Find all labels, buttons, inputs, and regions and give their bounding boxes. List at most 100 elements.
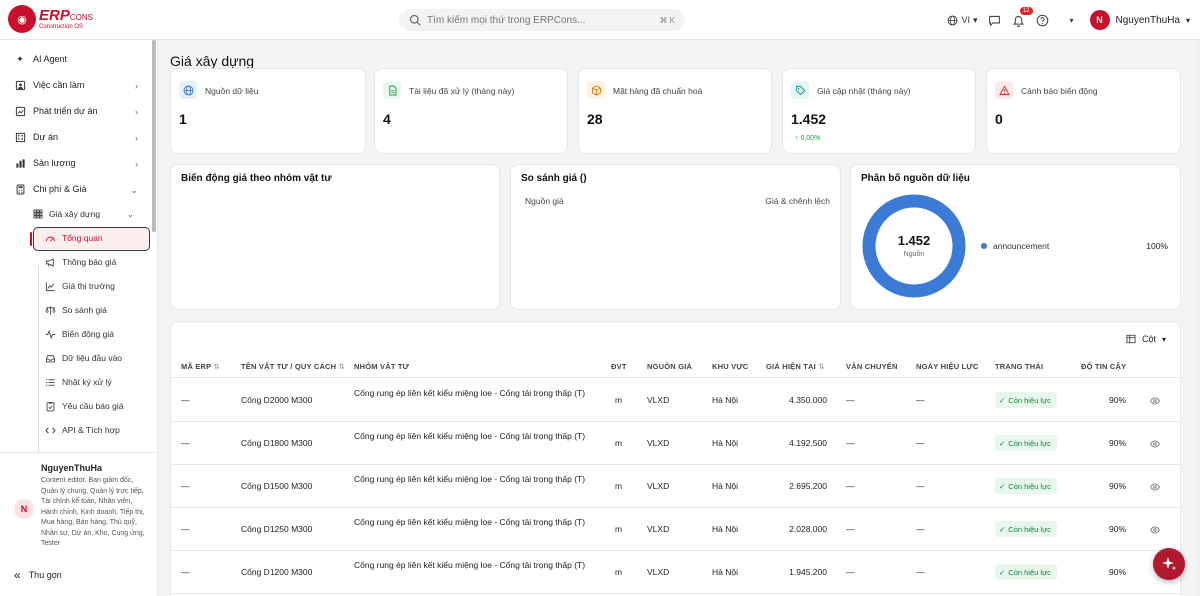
legend-item: announcement: [981, 241, 1049, 251]
kpi-label: Nguồn dữ liệu: [205, 86, 259, 96]
cell-confidence: 90%: [1109, 567, 1127, 577]
ai-assistant-button[interactable]: [1153, 548, 1185, 580]
kpi-card-updated-prices: Giá cập nhật (tháng này) 1.452 ↑ 0,00%: [782, 68, 976, 154]
chart-icon: [14, 157, 26, 169]
caret-down-icon: ▾: [972, 14, 978, 25]
page-scrollbar[interactable]: [1196, 40, 1200, 596]
sidebar: ✦ AI Agent Việc cần làm › Phát triển dự …: [0, 40, 158, 596]
chat-button[interactable]: [988, 13, 1002, 27]
help-button[interactable]: [1036, 13, 1050, 27]
cell-price: 2.695.200: [789, 481, 827, 491]
cell-date: —: [916, 481, 925, 491]
sidebar-nav: ✦ AI Agent Việc cần làm › Phát triển dự …: [0, 46, 150, 442]
document-icon: [383, 81, 401, 99]
cell-confidence: 90%: [1109, 524, 1127, 534]
cell-region: Hà Nội: [712, 567, 738, 577]
chevron-down-icon: ⌄: [126, 208, 134, 219]
sidebar-scrollbar[interactable]: [152, 40, 156, 232]
sidebar-item-api-integration[interactable]: API & Tích hợp: [0, 418, 150, 442]
table-row[interactable]: — Cống D2000 M300 Cống rung ép liên kết …: [171, 379, 1180, 422]
status-label: Còn hiệu lực: [1008, 567, 1051, 577]
columns-button[interactable]: Cột ▾: [1126, 330, 1166, 348]
kpi-label: Giá cập nhật (tháng này): [817, 86, 911, 96]
status-badge: ✓ Còn hiệu lực: [995, 435, 1057, 451]
th-material-name[interactable]: TÊN VẬT TƯ / QUY CÁCH ⇅: [241, 362, 345, 371]
sidebar-item-price-fluctuation[interactable]: Biến động giá: [0, 322, 150, 346]
sort-icon: ⇅: [213, 362, 221, 371]
table-row[interactable]: — Cống D1200 M300 Cống rung ép liên kết …: [171, 551, 1180, 594]
sidebar-user-card: N NguyenThuHa Content editor, Ban giám đ…: [0, 452, 156, 592]
language-selector[interactable]: VI ▾: [947, 14, 978, 26]
sidebar-item-processing-log[interactable]: Nhật ký xử lý: [0, 370, 150, 394]
eye-icon[interactable]: [1150, 482, 1160, 492]
globe-icon: [179, 81, 197, 99]
status-label: Còn hiệu lực: [1008, 438, 1051, 448]
sidebar-item-label: Yêu cầu báo giá: [62, 401, 124, 411]
cell-group: Cống rung ép liên kết kiểu miệng loe - C…: [354, 388, 586, 398]
donut-center-label: Nguồn: [903, 251, 925, 258]
sidebar-item-input-data[interactable]: Dữ liệu đầu vào: [0, 346, 150, 370]
eye-icon[interactable]: [1150, 439, 1160, 449]
sidebar-user-name: NguyenThuHa: [41, 463, 103, 473]
cell-group: Cống rung ép liên kết kiểu miệng loe - C…: [354, 431, 586, 441]
table-row[interactable]: — Cống D1800 M300 Cống rung ép liên kết …: [171, 422, 1180, 465]
th-label: TÊN VẬT TƯ / QUY CÁCH: [241, 362, 337, 371]
collapse-sidebar-button[interactable]: « Thu gọn: [14, 568, 62, 582]
notification-badge: 12: [1019, 7, 1033, 15]
sidebar-item-tasks[interactable]: Việc cần làm ›: [0, 72, 150, 98]
kpi-card-fluctuation-alerts: Cảnh báo biến động 0: [986, 68, 1181, 154]
sidebar-item-price-notices[interactable]: Thông báo giá: [0, 250, 150, 274]
logo-mark-icon: ◉: [8, 5, 36, 33]
th-current-price[interactable]: GIÁ HIỆN TẠI ⇅: [766, 362, 825, 371]
chevron-right-icon: ›: [135, 81, 138, 91]
panel-title: So sánh giá (): [521, 173, 587, 184]
chevron-right-icon: ›: [135, 159, 138, 169]
cell-price: 1.945.200: [789, 567, 827, 577]
eye-icon[interactable]: [1150, 396, 1160, 406]
user-menu[interactable]: N NguyenThuHa ▾: [1089, 10, 1190, 30]
list-icon: [45, 377, 56, 388]
sidebar-item-price-compare[interactable]: So sánh giá: [0, 298, 150, 322]
compare-col-price: Giá & chênh lệch: [765, 196, 830, 206]
notifications-button[interactable]: 12: [1012, 7, 1033, 27]
sidebar-item-projects[interactable]: Dự án ›: [0, 124, 150, 150]
erpcons-logo[interactable]: ◉ ERPCONS Construction OS: [8, 4, 128, 34]
price-table-card: Cột ▾ MÃ ERP ⇅ TÊN VẬT TƯ / QUY CÁCH ⇅ N…: [170, 321, 1181, 596]
th-erp-code[interactable]: MÃ ERP ⇅: [181, 362, 220, 371]
header-user-name: NguyenThuHa: [1115, 14, 1180, 26]
sparkle-icon: [1162, 557, 1176, 570]
cell-price: 2.028.000: [789, 524, 827, 534]
eye-icon[interactable]: [1150, 525, 1160, 535]
table-row[interactable]: — Cống D1250 M300 Cống rung ép liên kết …: [171, 508, 1180, 551]
sidebar-item-label: Dữ liệu đầu vào: [62, 353, 123, 363]
sidebar-item-market-price[interactable]: Giá thị trường: [0, 274, 150, 298]
cell-name: Cống D1500 M300: [241, 481, 313, 491]
sidebar-item-label: Giá thị trường: [62, 281, 115, 291]
kpi-value: 28: [587, 111, 603, 127]
kpi-label: Tài liệu đã xử lý (tháng này): [409, 86, 515, 96]
sidebar-item-cost-price[interactable]: Chi phí & Giá ⌄: [0, 176, 150, 202]
sidebar-item-project-development[interactable]: Phát triển dự án ›: [0, 98, 150, 124]
status-label: Còn hiệu lực: [1008, 524, 1051, 534]
th-confidence: ĐỘ TIN CẬY: [1081, 362, 1127, 371]
alert-icon: [995, 81, 1013, 99]
table-row[interactable]: — Cống D1500 M300 Cống rung ép liên kết …: [171, 465, 1180, 508]
cell-unit: m: [615, 395, 623, 405]
kpi-value: 0: [995, 111, 1003, 127]
cell-name: Cống D1200 M300: [241, 567, 313, 577]
sidebar-item-quote-request[interactable]: Yêu cầu báo giá: [0, 394, 150, 418]
th-transport: VẬN CHUYỂN: [846, 362, 898, 371]
theme-toggle[interactable]: ▾: [1060, 13, 1074, 27]
sidebar-group-construction-price[interactable]: Giá xây dựng ⌄: [0, 202, 150, 226]
legend-percent: 100%: [1146, 241, 1168, 251]
kpi-value: 1.452: [791, 111, 827, 127]
global-search-input[interactable]: Tìm kiếm mọi thứ trong ERPCons... ⌘ K: [399, 9, 685, 31]
chevron-right-icon: ›: [135, 107, 138, 117]
status-badge: ✓ Còn hiệu lực: [995, 392, 1057, 408]
sidebar-item-overview[interactable]: Tổng quan: [0, 226, 150, 251]
columns-button-label: Cột: [1141, 334, 1156, 344]
legend-swatch: [981, 243, 987, 249]
cell-name: Cống D1250 M300: [241, 524, 313, 534]
sidebar-item-output[interactable]: Sản lượng ›: [0, 150, 150, 176]
sidebar-item-ai-agent[interactable]: ✦ AI Agent: [0, 46, 150, 72]
